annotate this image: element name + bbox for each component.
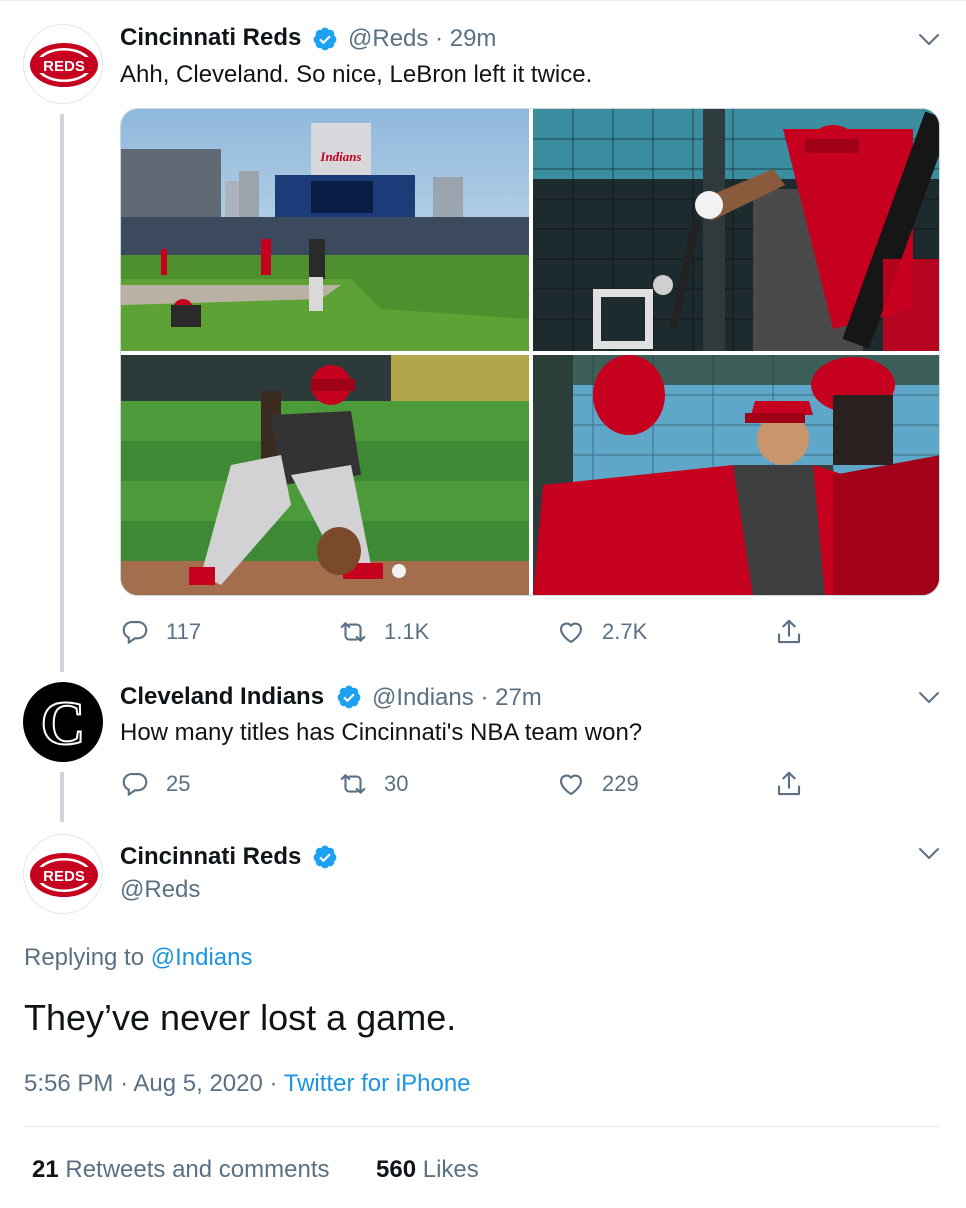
retweets-count: 21: [32, 1156, 59, 1183]
reply-icon: [122, 620, 148, 644]
infielder-fielding-photo[interactable]: [121, 355, 529, 595]
separator: ·: [480, 684, 489, 711]
reds-logo-text: REDS: [43, 58, 85, 75]
reds-avatar[interactable]: REDS: [23, 24, 103, 104]
replying-to: Replying to @Indians: [24, 944, 253, 972]
top-divider: [0, 0, 966, 4]
players-talking-photo[interactable]: [533, 355, 939, 595]
author-name[interactable]: Cleveland Indians: [120, 683, 324, 711]
tweet-text: They’ve never lost a game.: [24, 997, 457, 1038]
like-button[interactable]: 229: [556, 766, 639, 802]
author-handle[interactable]: @Reds: [120, 876, 200, 904]
indians-logo-text: C: [41, 690, 86, 758]
reply-button[interactable]: 117: [120, 614, 201, 650]
chevron-down-icon[interactable]: [918, 33, 940, 47]
thread-line: [60, 114, 64, 672]
author-name[interactable]: Cincinnati Reds: [120, 24, 301, 52]
tweet-source[interactable]: Twitter for iPhone: [284, 1070, 471, 1097]
reds-avatar[interactable]: REDS: [23, 834, 103, 914]
likes-count: 560: [376, 1156, 417, 1183]
tweet-time[interactable]: 5:56 PM: [24, 1070, 113, 1097]
share-icon: [777, 771, 801, 796]
heart-icon: [559, 622, 583, 644]
separator: ·: [269, 1070, 278, 1097]
infielder-fielding-image: [121, 355, 529, 595]
tweet-time: 27m: [495, 684, 542, 711]
retweets-stat[interactable]: 21 Retweets and comments: [32, 1156, 330, 1184]
tweet-text: How many titles has Cincinnati's NBA tea…: [120, 719, 643, 746]
reds-logo-icon: REDS: [30, 853, 98, 897]
retweet-button[interactable]: 1.1K: [338, 614, 429, 650]
reply-count: 25: [166, 771, 191, 796]
replying-to-mention[interactable]: @Indians: [151, 944, 253, 971]
retweet-icon: [340, 774, 366, 794]
tweet-actions: 25 30 229: [120, 766, 940, 806]
likes-label: Likes: [422, 1156, 479, 1183]
share-icon: [777, 619, 801, 644]
likes-stat[interactable]: 560 Likes: [376, 1156, 479, 1184]
divider: [24, 1126, 940, 1127]
indians-avatar[interactable]: C: [23, 682, 103, 762]
share-button[interactable]: [774, 614, 820, 650]
players-talking-image: [533, 355, 939, 595]
ballpark-field-photo[interactable]: Indians: [121, 109, 529, 351]
chevron-down-icon[interactable]: [918, 847, 940, 861]
separator: ·: [435, 25, 444, 52]
reds-logo-text: REDS: [43, 868, 85, 885]
tweet-text: Ahh, Cleveland. So nice, LeBron left it …: [120, 61, 593, 88]
reds-logo-icon: REDS: [30, 43, 98, 87]
tweet-time: 29m: [449, 25, 497, 52]
reply-icon: [122, 772, 148, 796]
verified-badge-icon: [313, 27, 337, 51]
verified-badge-icon: [313, 845, 337, 869]
like-count: 229: [602, 771, 639, 796]
like-count: 2.7K: [602, 619, 648, 644]
scoreboard-text: Indians: [319, 149, 361, 164]
chevron-down-icon[interactable]: [918, 691, 940, 705]
tweet-actions: 117 1.1K 2.7K: [120, 614, 940, 654]
handle-time[interactable]: @Indians · 27m: [372, 684, 542, 712]
author-handle: @Indians: [372, 684, 474, 711]
indians-logo-icon: C: [40, 689, 87, 759]
handle-time[interactable]: @Reds · 29m: [348, 25, 496, 53]
like-button[interactable]: 2.7K: [556, 614, 647, 650]
reply-button[interactable]: 25: [120, 766, 190, 802]
retweet-button[interactable]: 30: [338, 766, 408, 802]
media-grid: Indians: [120, 108, 940, 596]
tweet-meta: 5:56 PM · Aug 5, 2020 · Twitter for iPho…: [24, 1070, 471, 1098]
retweet-icon: [340, 622, 366, 642]
retweet-count: 30: [384, 771, 409, 796]
author-name[interactable]: Cincinnati Reds: [120, 843, 301, 871]
batting-cage-photo[interactable]: [533, 109, 939, 351]
retweets-label: Retweets and comments: [65, 1156, 330, 1183]
share-button[interactable]: [774, 766, 820, 802]
batting-cage-image: [533, 109, 939, 351]
thread-line: [60, 772, 64, 822]
tweet-date[interactable]: Aug 5, 2020: [133, 1070, 262, 1097]
verified-badge-icon: [337, 685, 361, 709]
author-handle: @Reds: [348, 25, 429, 52]
heart-icon: [559, 774, 583, 796]
retweet-count: 1.1K: [384, 619, 430, 644]
ballpark-field-image: Indians: [121, 109, 529, 351]
replying-to-label: Replying to: [24, 944, 145, 971]
separator: ·: [120, 1070, 129, 1097]
reply-count: 117: [166, 619, 202, 644]
